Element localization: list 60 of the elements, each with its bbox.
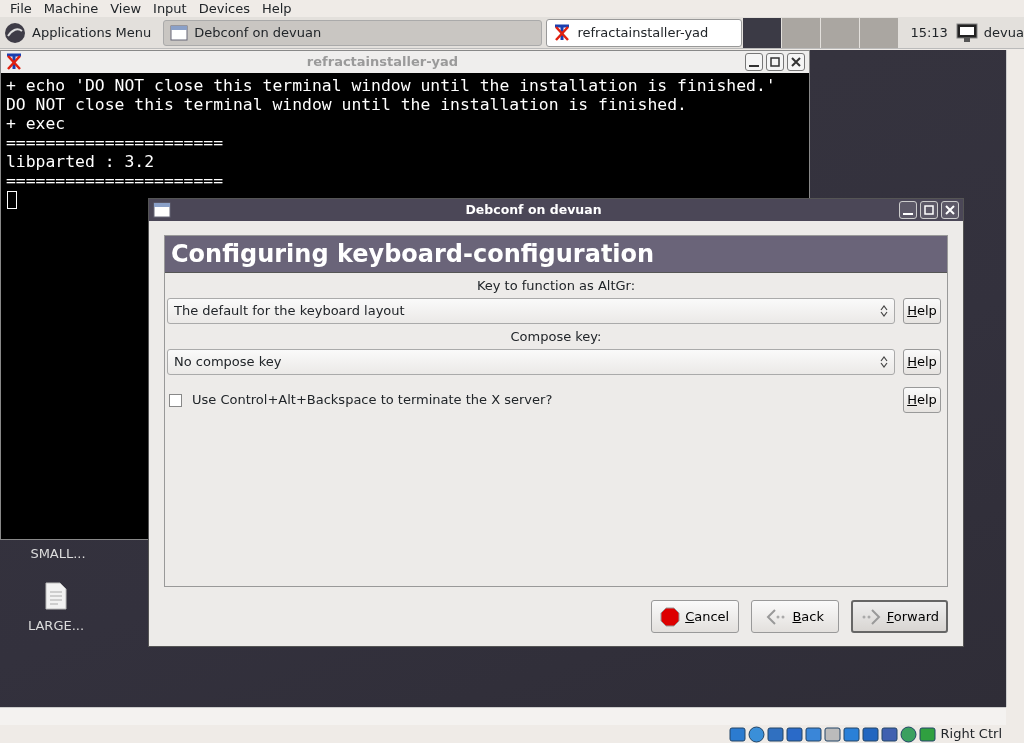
maximize-icon [924,205,934,215]
horizontal-scrollbar[interactable] [0,707,1006,725]
stop-icon [660,606,681,627]
host-key-label: Right Ctrl [940,725,1002,743]
terminal-line: libparted : 3.2 [5,152,156,171]
maximize-button[interactable] [766,53,784,71]
applications-menu[interactable]: Applications Menu [0,17,160,48]
close-icon [945,205,955,215]
field-label: Key to function as AltGr: [475,277,637,294]
forward-button[interactable]: Forward [850,600,948,633]
x-icon [553,23,572,42]
clock: 15:13 [909,23,949,42]
dropdown[interactable]: The default for the keyboard layout [167,298,895,324]
minimize-button[interactable] [899,201,917,219]
window-title: Debconf on devuan [464,200,603,219]
user-name[interactable]: devua [977,22,1024,43]
minimize-icon [749,65,759,67]
maximize-icon [770,57,780,67]
document-icon [44,582,68,610]
maximize-button[interactable] [920,201,938,219]
close-icon [791,57,801,67]
terminal-line: ====================== [5,171,225,190]
dialog-heading: Configuring keyboard-configuration [165,236,947,273]
help-button[interactable]: Help [903,349,941,375]
cancel-button[interactable]: Cancel [650,600,739,633]
menu-item[interactable]: File [4,0,38,17]
taskbar-button[interactable]: Debconf on devuan [163,19,543,46]
menu-item[interactable]: Input [147,0,193,17]
workspace-pager[interactable] [742,17,899,48]
taskbar-button[interactable]: refractainstaller-yad [546,18,743,47]
terminal-line: ====================== [5,133,225,152]
logo-icon [4,21,26,44]
updown-arrow-icon [880,356,888,368]
checkbox[interactable] [169,393,182,407]
icon-label[interactable]: LARGE... [27,616,85,636]
window-icon [153,202,171,218]
help-button[interactable]: Help [903,298,941,324]
terminal-line: + exec [5,114,67,133]
window-icon [170,24,189,41]
minimize-icon [903,213,913,215]
menu-item[interactable]: Help [255,0,298,17]
help-button[interactable]: Help [903,387,941,413]
x-icon [5,53,23,71]
close-button[interactable] [787,53,805,71]
monitor-icon [955,21,978,44]
close-button[interactable] [941,201,959,219]
text-cursor [7,191,17,209]
updown-arrow-icon [880,305,888,317]
menu-item[interactable]: View [104,0,148,17]
dropdown[interactable]: No compose key [167,349,895,375]
window-title: refractainstaller-yad [305,53,460,72]
menu-item[interactable]: Machine [37,0,105,17]
terminal-line: + echo 'DO NOT close this terminal window until the installation is finished.' [5,76,777,95]
checkbox-label[interactable]: Use Control+Alt+Backspace to terminate the X server? [192,390,895,410]
minimize-button[interactable] [745,53,763,71]
back-button[interactable]: Back [750,600,839,633]
field-label: Compose key: [509,328,603,345]
menu-item[interactable]: Devices [192,0,256,17]
terminal-line: DO NOT close this terminal window until the installation is finished. [5,95,688,114]
icon-label[interactable]: SMALL... [30,544,86,564]
